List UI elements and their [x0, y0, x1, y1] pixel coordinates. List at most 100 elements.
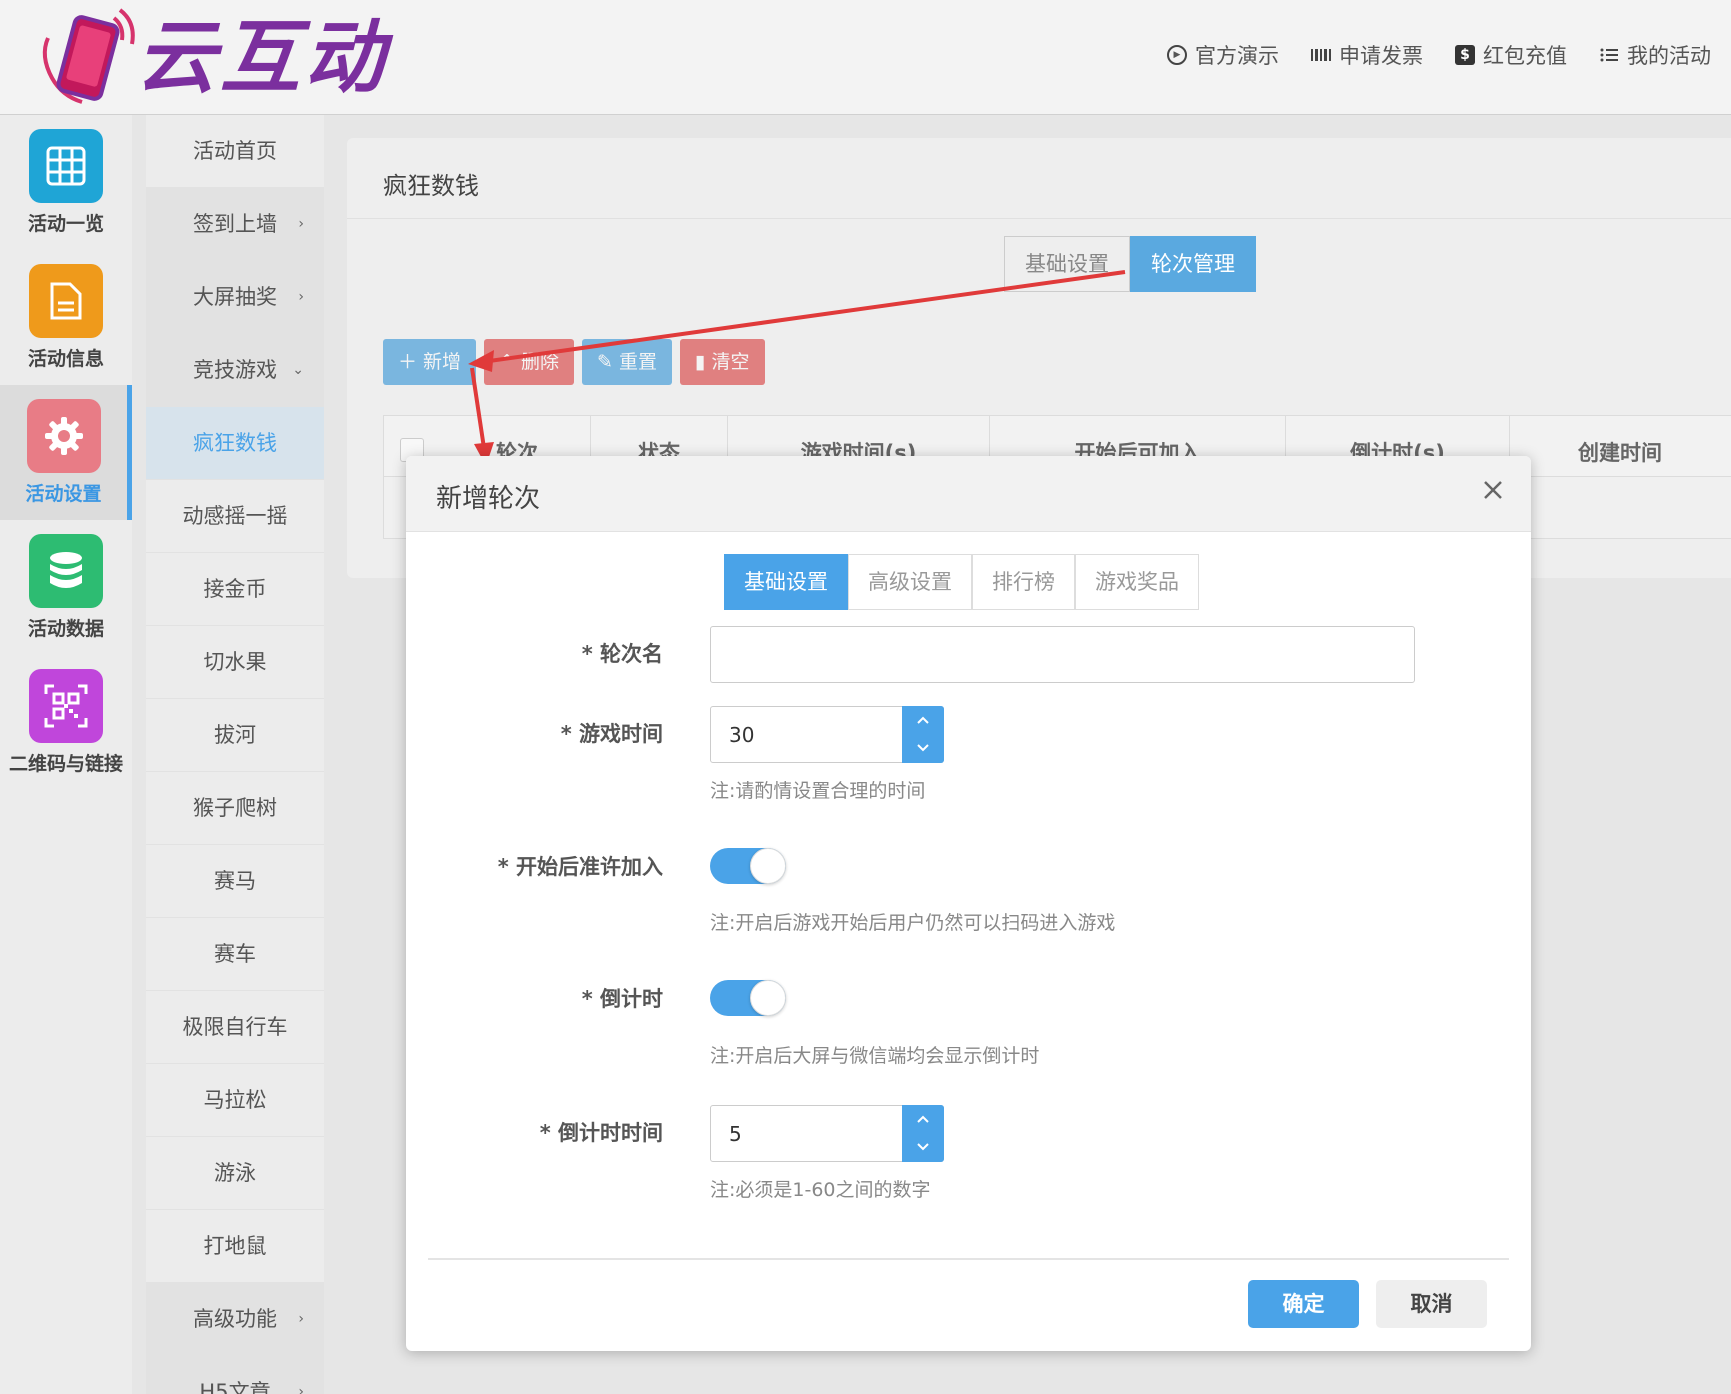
iconbar-label: 活动设置 [25, 483, 102, 505]
menu-item[interactable]: 打地鼠 [146, 1210, 324, 1282]
menu-item[interactable]: 接金币 [146, 553, 324, 625]
menu-item-label: 马拉松 [203, 1088, 267, 1112]
cancel-button[interactable]: 取消 [1376, 1280, 1487, 1328]
countdown-time-note: 注:必须是1-60之间的数字 [710, 1179, 931, 1201]
trash-icon: ▮ [695, 351, 712, 373]
iconbar-label: 活动信息 [27, 348, 104, 370]
phone-logo-icon [42, 8, 135, 104]
game-time-stepper[interactable]: 30 [710, 706, 944, 763]
menu-item[interactable]: 游泳 [146, 1137, 324, 1209]
modal-title: 新增轮次 [436, 484, 541, 514]
iconbar-item-settings[interactable]: 活动设置 [0, 385, 132, 520]
tab-basic-settings[interactable]: 基础设置 [1004, 236, 1130, 292]
menu-item[interactable]: 动感摇一摇 [146, 480, 324, 552]
menu-item-label: 极限自行车 [182, 1015, 288, 1039]
menu-item-label: 签到上墙 [193, 212, 277, 236]
delete-button[interactable]: ⌃ 删除 [484, 339, 575, 385]
chevron-down-icon: ⌄ [292, 362, 304, 378]
iconbar-item-overview[interactable]: 活动一览 [0, 115, 132, 250]
menu-item-label: 切水果 [203, 650, 267, 674]
chevron-right-icon: › [298, 1311, 304, 1327]
menu-item[interactable]: 猴子爬树 [146, 772, 324, 844]
chevron-right-icon: › [298, 1384, 304, 1394]
menu-item-label: 赛马 [214, 869, 256, 893]
menu-item-label: 动感摇一摇 [182, 504, 288, 528]
invoice-link[interactable]: 申请发票 [1311, 40, 1423, 70]
chevron-down-icon[interactable] [902, 1133, 944, 1161]
countdown-time-value: 5 [729, 1122, 742, 1146]
menu-item[interactable]: 马拉松 [146, 1064, 324, 1136]
menu-item-label: H5文章 [199, 1380, 271, 1394]
eraser-icon: ✎ [597, 351, 619, 373]
my-activities-link[interactable]: 我的活动 [1599, 40, 1711, 70]
top-link-label: 官方演示 [1195, 44, 1279, 68]
panel-tabs: 基础设置 轮次管理 [1004, 236, 1256, 292]
add-button[interactable]: ＋ 新增 [383, 339, 477, 385]
menu-item-label: 拔河 [214, 723, 256, 747]
menu-item[interactable]: 极限自行车 [146, 991, 324, 1063]
menu-item[interactable]: 高级功能 › [146, 1283, 324, 1355]
tab-basic-settings[interactable]: 基础设置 [724, 554, 848, 610]
menu-item[interactable]: H5文章 › [146, 1356, 324, 1394]
game-time-label: * 游戏时间 [560, 722, 663, 746]
recharge-link[interactable]: $ 红包充值 [1455, 40, 1567, 70]
iconbar-item-data[interactable]: 活动数据 [0, 520, 132, 655]
modal-tabs: 基础设置 高级设置 排行榜 游戏奖品 [724, 554, 1199, 610]
menu-item[interactable]: 签到上墙 › [146, 188, 324, 260]
menu-item[interactable]: 拔河 [146, 699, 324, 771]
menu-item-label: 赛车 [214, 942, 256, 966]
iconbar-label: 活动一览 [27, 213, 104, 235]
list-icon [1599, 45, 1619, 65]
iconbar-item-info[interactable]: 活动信息 [0, 250, 132, 385]
clear-button[interactable]: ▮ 清空 [680, 339, 765, 385]
menu-item[interactable]: 赛车 [146, 918, 324, 990]
countdown-label: * 倒计时 [581, 987, 663, 1011]
confirm-button[interactable]: 确定 [1248, 1280, 1359, 1328]
qrcode-icon [29, 669, 103, 743]
chevron-up-icon[interactable] [902, 1105, 944, 1133]
barcode-icon [1311, 45, 1331, 65]
game-time-note: 注:请酌情设置合理的时间 [710, 780, 926, 802]
official-demo-link[interactable]: ▶ 官方演示 [1167, 40, 1279, 70]
top-links: ▶ 官方演示 申请发票 $ 红包充值 我的活动 [1167, 40, 1711, 70]
add-round-modal: 新增轮次 基础设置 高级设置 排行榜 游戏奖品 * 轮次名 * 游戏时间 30 … [406, 456, 1531, 1351]
iconbar-label: 二维码与链接 [8, 753, 123, 775]
chevron-up-icon[interactable] [902, 706, 944, 734]
top-link-label: 红包充值 [1483, 44, 1567, 68]
menu-item-active[interactable]: 疯狂数钱 [146, 407, 324, 479]
menu-item[interactable]: 活动首页 [146, 115, 324, 187]
tab-game-prizes[interactable]: 游戏奖品 [1075, 554, 1199, 610]
countdown-time-stepper[interactable]: 5 [710, 1105, 944, 1162]
tab-round-management[interactable]: 轮次管理 [1130, 236, 1256, 292]
menu-item-label: 游泳 [214, 1161, 256, 1185]
reset-button[interactable]: ✎ 重置 [582, 339, 672, 385]
menu-item[interactable]: 切水果 [146, 626, 324, 698]
toggle-knob [750, 980, 786, 1016]
close-icon[interactable] [1479, 476, 1507, 504]
top-link-label: 申请发票 [1339, 44, 1423, 68]
menu-item-label: 活动首页 [193, 139, 277, 163]
grid-icon [29, 129, 103, 203]
menu-item[interactable]: 赛马 [146, 845, 324, 917]
allow-join-toggle[interactable] [710, 848, 786, 884]
menu-item[interactable]: 竞技游戏 ⌄ [146, 334, 324, 406]
round-name-input[interactable] [710, 626, 1415, 683]
divider [347, 218, 1731, 219]
menu-item-label: 猴子爬树 [193, 796, 277, 820]
brand-logo[interactable]: 云互动 [28, 8, 408, 108]
chevron-down-icon[interactable] [902, 734, 944, 762]
reset-label: 重置 [618, 351, 657, 373]
menu-item-label: 疯狂数钱 [193, 431, 277, 455]
database-icon [29, 534, 103, 608]
menu-item[interactable]: 大屏抽奖 › [146, 261, 324, 333]
top-link-label: 我的活动 [1627, 44, 1711, 68]
menu-item-label: 高级功能 [193, 1307, 277, 1331]
tab-advanced-settings[interactable]: 高级设置 [848, 554, 972, 610]
iconbar-item-qrcode[interactable]: 二维码与链接 [0, 655, 132, 790]
countdown-note: 注:开启后大屏与微信端均会显示倒计时 [710, 1045, 1040, 1067]
menu-item-label: 打地鼠 [203, 1234, 267, 1258]
tab-leaderboard[interactable]: 排行榜 [972, 554, 1075, 610]
countdown-toggle[interactable] [710, 980, 786, 1016]
menu-item-label: 大屏抽奖 [193, 285, 277, 309]
secondary-menu: 活动首页 签到上墙 › 大屏抽奖 › 竞技游戏 ⌄ 疯狂数钱 动感摇一摇 接金币 切水… [146, 115, 324, 1394]
